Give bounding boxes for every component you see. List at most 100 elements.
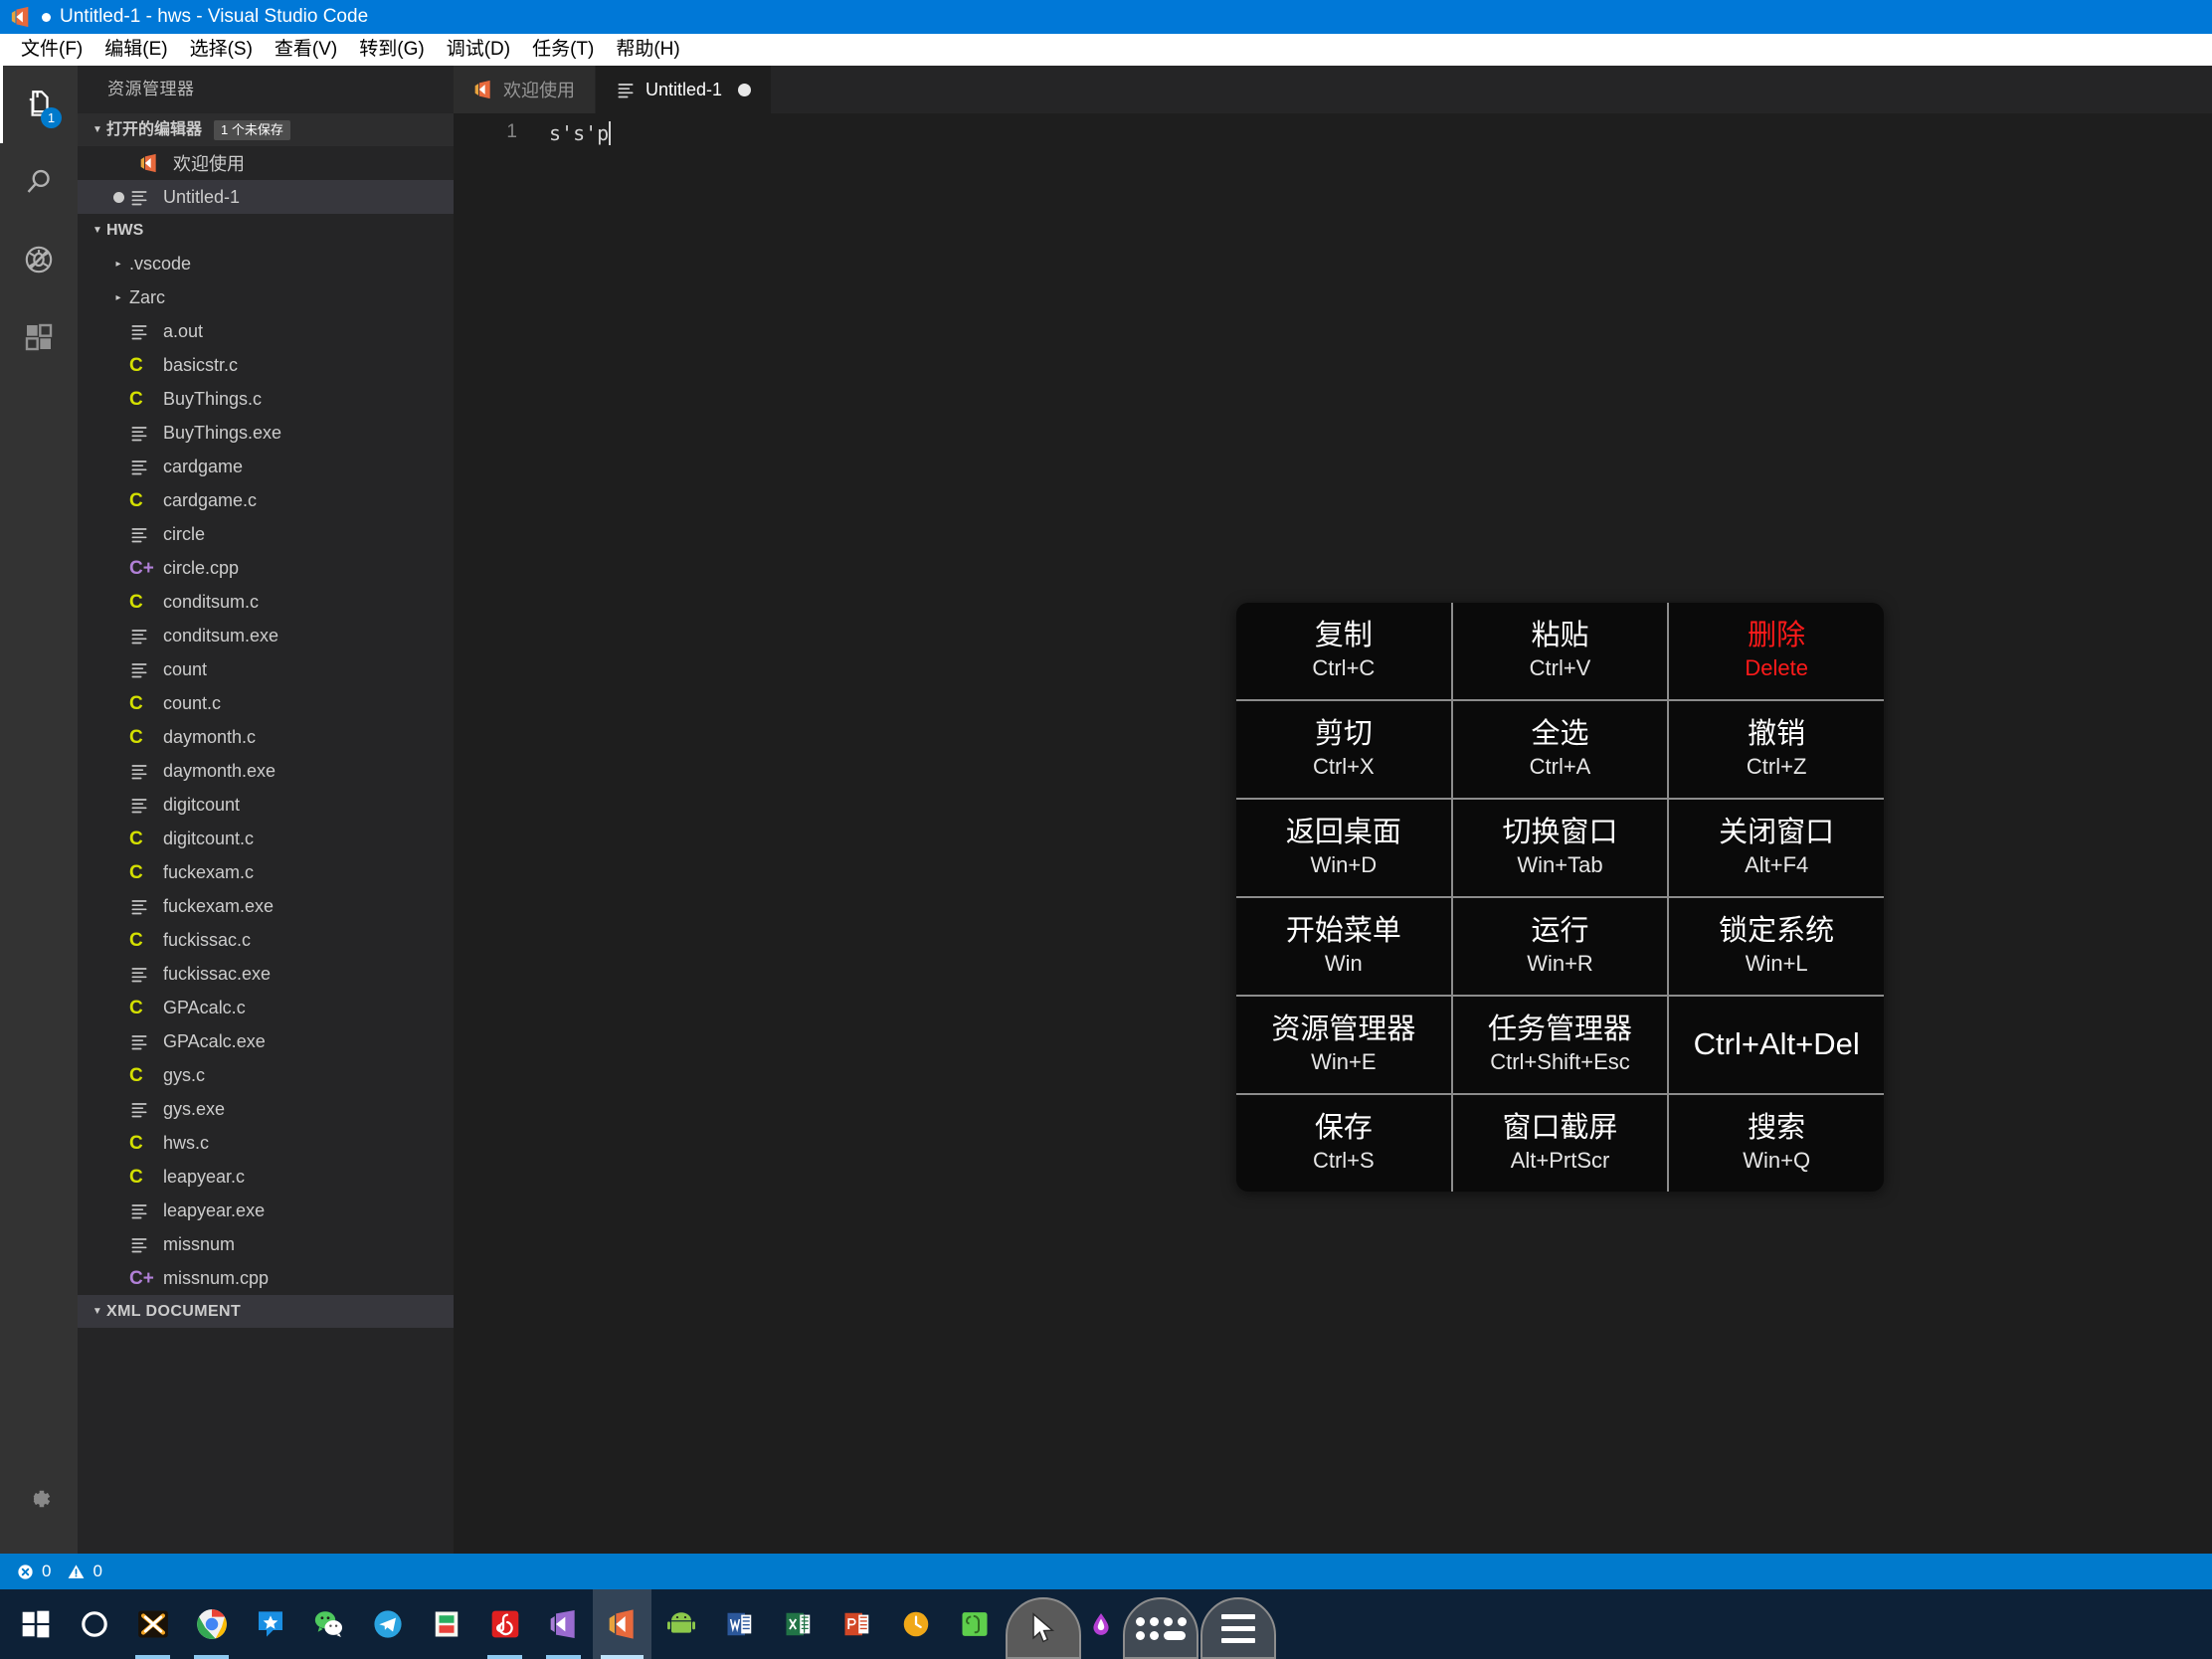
file-tree-item[interactable]: Cdaymonth.c xyxy=(78,720,454,754)
taskbar-wechat[interactable] xyxy=(299,1589,358,1659)
shortcut-cell[interactable]: 剪切 Ctrl+X xyxy=(1236,701,1453,798)
title-dirty-indicator xyxy=(42,12,51,22)
file-tree-item[interactable]: ▸ Zarc xyxy=(78,280,454,314)
shortcut-cell[interactable]: 切换窗口 Win+Tab xyxy=(1453,800,1670,896)
file-tree-item[interactable]: Cfuckexam.c xyxy=(78,855,454,889)
file-tree-item[interactable]: Cleapyear.c xyxy=(78,1160,454,1194)
menu-selection[interactable]: 选择(S) xyxy=(179,34,264,66)
shortcut-cell[interactable]: 撤销 Ctrl+Z xyxy=(1669,701,1884,798)
file-tree-item[interactable]: conditsum.exe xyxy=(78,619,454,652)
tray-menu-button[interactable] xyxy=(1200,1597,1276,1659)
taskbar-telegram[interactable] xyxy=(358,1589,417,1659)
taskbar-evernote[interactable] xyxy=(945,1589,1004,1659)
shortcut-cell[interactable]: 窗口截屏 Alt+PrtScr xyxy=(1453,1095,1670,1192)
xml-document-label: XML DOCUMENT xyxy=(106,1303,242,1320)
taskbar-android[interactable] xyxy=(651,1589,710,1659)
file-tree-item[interactable]: Cbasicstr.c xyxy=(78,348,454,382)
section-folder-hws[interactable]: ▼ HWS xyxy=(78,214,454,247)
activity-extensions[interactable] xyxy=(0,298,78,376)
tray-cursor-button[interactable] xyxy=(1006,1597,1081,1659)
open-editor-welcome[interactable]: 欢迎使用 xyxy=(78,146,454,180)
menu-help[interactable]: 帮助(H) xyxy=(605,34,690,66)
file-tree-item[interactable]: GPAcalc.exe xyxy=(78,1024,454,1058)
file-tree-item[interactable]: gys.exe xyxy=(78,1092,454,1126)
menu-edit[interactable]: 编辑(E) xyxy=(93,34,178,66)
open-editor-untitled[interactable]: Untitled-1 xyxy=(78,180,454,214)
shortcut-cell[interactable]: 运行 Win+R xyxy=(1453,898,1670,995)
taskbar-excel[interactable] xyxy=(769,1589,828,1659)
menu-debug[interactable]: 调试(D) xyxy=(436,34,521,66)
shortcut-label: 搜索 xyxy=(1748,1111,1806,1144)
tray-color-drop[interactable] xyxy=(1081,1589,1121,1659)
vscode-icon xyxy=(609,1609,634,1639)
file-tree-item[interactable]: C+ missnum.cpp xyxy=(78,1261,454,1295)
taskbar-start-button[interactable] xyxy=(6,1589,65,1659)
taskbar-vscode[interactable] xyxy=(593,1589,651,1659)
tab-untitled-1[interactable]: Untitled-1 xyxy=(596,66,773,113)
window-title: Untitled-1 - hws - Visual Studio Code xyxy=(60,6,369,27)
taskbar-quark[interactable] xyxy=(241,1589,299,1659)
tab-welcome[interactable]: 欢迎使用 xyxy=(454,66,596,113)
file-tree-item[interactable]: Cconditsum.c xyxy=(78,585,454,619)
shortcut-cell[interactable]: 全选 Ctrl+A xyxy=(1453,701,1670,798)
taskbar-cortana[interactable] xyxy=(65,1589,123,1659)
shortcut-overlay-panel[interactable]: 复制 Ctrl+C 粘贴 Ctrl+V 删除 Delete 剪切 Ctrl+X 全选 Ctrl+A… xyxy=(1236,603,1884,1192)
file-tree-item[interactable]: Chws.c xyxy=(78,1126,454,1160)
menu-goto[interactable]: 转到(G) xyxy=(348,34,435,66)
menu-file[interactable]: 文件(F) xyxy=(10,34,93,66)
taskbar-word[interactable] xyxy=(710,1589,769,1659)
shortcut-cell[interactable]: 返回桌面 Win+D xyxy=(1236,800,1453,896)
file-tree-item[interactable]: C GPAcalc.c xyxy=(78,991,454,1024)
shortcut-cell[interactable]: 资源管理器 Win+E xyxy=(1236,997,1453,1093)
shortcut-cell[interactable]: 保存 Ctrl+S xyxy=(1236,1095,1453,1192)
taskbar-clock[interactable] xyxy=(886,1589,945,1659)
taskbar-chrome[interactable] xyxy=(182,1589,241,1659)
file-tree-item[interactable]: Cgys.c xyxy=(78,1058,454,1092)
file-tree-item[interactable]: cardgame xyxy=(78,450,454,483)
shortcut-cell[interactable]: 锁定系统 Win+L xyxy=(1669,898,1884,995)
status-warnings[interactable]: 0 xyxy=(67,1562,102,1581)
shortcut-cell[interactable]: 粘贴 Ctrl+V xyxy=(1453,603,1670,699)
menu-view[interactable]: 查看(V) xyxy=(264,34,348,66)
file-tree-item[interactable]: Ccount.c xyxy=(78,686,454,720)
file-tree-item[interactable]: a.out xyxy=(78,314,454,348)
activity-debug[interactable] xyxy=(0,221,78,298)
file-tree-item[interactable]: missnum xyxy=(78,1227,454,1261)
section-xml-document[interactable]: ▼ XML DOCUMENT xyxy=(78,1295,454,1328)
shortcut-cell[interactable]: 复制 Ctrl+C xyxy=(1236,603,1453,699)
file-tree-item[interactable]: Cfuckissac.c xyxy=(78,923,454,957)
taskbar-netease-music[interactable] xyxy=(475,1589,534,1659)
tab-dirty-indicator[interactable] xyxy=(738,83,752,96)
shortcut-cell[interactable]: Ctrl+Alt+Del xyxy=(1669,997,1884,1093)
file-tree-item[interactable]: ▸ .vscode xyxy=(78,247,454,280)
taskbar-powerpoint[interactable] xyxy=(828,1589,886,1659)
section-open-editors[interactable]: ▼ 打开的编辑器 1 个未保存 xyxy=(78,113,454,146)
file-tree-item[interactable]: fuckissac.exe xyxy=(78,957,454,991)
taskbar-sublime[interactable] xyxy=(417,1589,475,1659)
file-tree-item[interactable]: Ccardgame.c xyxy=(78,483,454,517)
shortcut-cell[interactable]: 开始菜单 Win xyxy=(1236,898,1453,995)
shortcut-cell[interactable]: 关闭窗口 Alt+F4 xyxy=(1669,800,1884,896)
tray-dots-button[interactable] xyxy=(1123,1597,1198,1659)
file-tree-item[interactable]: BuyThings.exe xyxy=(78,416,454,450)
activity-settings[interactable] xyxy=(0,1460,78,1538)
file-tree-item[interactable]: daymonth.exe xyxy=(78,754,454,788)
shortcut-cell[interactable]: 搜索 Win+Q xyxy=(1669,1095,1884,1192)
taskbar-xmind[interactable] xyxy=(123,1589,182,1659)
file-tree-item[interactable]: fuckexam.exe xyxy=(78,889,454,923)
activity-search[interactable] xyxy=(0,143,78,221)
shortcut-cell[interactable]: 任务管理器 Ctrl+Shift+Esc xyxy=(1453,997,1670,1093)
file-tree-item[interactable]: leapyear.exe xyxy=(78,1194,454,1227)
file-tree-item[interactable]: count xyxy=(78,652,454,686)
file-tree-item[interactable]: C+ circle.cpp xyxy=(78,551,454,585)
file-tree-item[interactable]: circle xyxy=(78,517,454,551)
file-tree-item[interactable]: digitcount xyxy=(78,788,454,822)
activity-explorer[interactable]: 1 xyxy=(0,66,78,143)
file-tree-item[interactable]: C BuyThings.c xyxy=(78,382,454,416)
taskbar-visual-studio[interactable] xyxy=(534,1589,593,1659)
shortcut-cell[interactable]: 删除 Delete xyxy=(1669,603,1884,699)
file-tree-item[interactable]: Cdigitcount.c xyxy=(78,822,454,855)
menu-tasks[interactable]: 任务(T) xyxy=(521,34,605,66)
status-problems[interactable]: 0 xyxy=(16,1562,51,1581)
file-label: fuckissac.c xyxy=(163,929,252,950)
